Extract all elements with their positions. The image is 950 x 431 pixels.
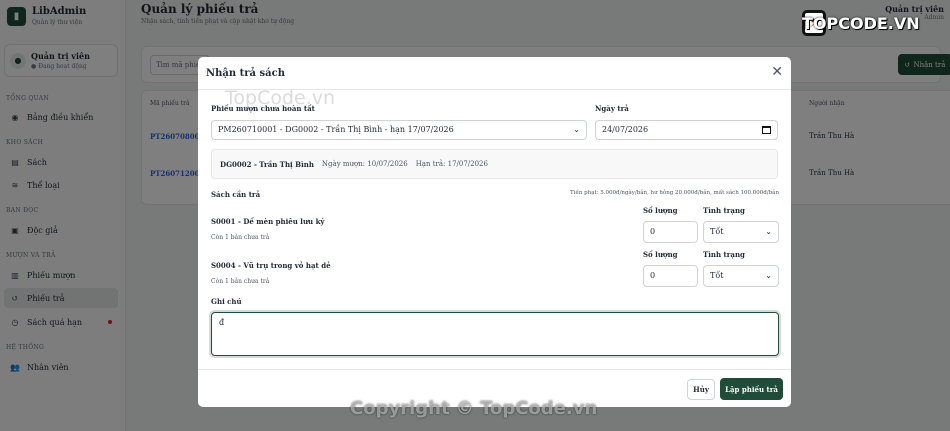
cancel-button[interactable]: Hủy <box>687 379 715 400</box>
qty-label: Số lượng <box>643 206 678 215</box>
borrow-date: Ngày mượn: 10/07/2026 <box>321 160 408 168</box>
chevron-down-icon: ⌄ <box>765 271 772 280</box>
note-textarea[interactable]: đ <box>211 312 779 356</box>
return-date-value: 24/07/2026 <box>602 125 649 134</box>
condition-label: Tình trạng <box>703 250 745 259</box>
quantity-input[interactable]: 0 <box>643 221 698 243</box>
create-return-button[interactable]: Lập phiếu trả <box>720 378 783 400</box>
book-title: S0004 - Vũ trụ trong vỏ hạt dẻ <box>211 261 331 270</box>
close-icon[interactable]: ✕ <box>771 64 783 80</box>
chevron-down-icon: ⌄ <box>573 125 580 134</box>
topcode-logo: ⚡ TOPCODE.VN <box>802 10 920 36</box>
condition-select[interactable]: Tốt ⌄ <box>703 265 779 287</box>
loan-select-value: PM260710001 - DG0002 - Trần Thị Bình - h… <box>218 125 454 134</box>
reader-info: DG0002 - Trần Thị Bình <box>220 159 314 169</box>
calendar-icon[interactable] <box>762 126 771 134</box>
note-label: Ghi chú <box>211 297 242 306</box>
topcode-logo-text: TOPCODE.VN <box>802 13 920 33</box>
condition-value: Tốt <box>710 271 724 280</box>
modal-title: Nhận trả sách <box>206 68 285 79</box>
chevron-down-icon: ⌄ <box>765 227 772 236</box>
qty-label: Số lượng <box>643 250 678 259</box>
return-modal: Nhận trả sách ✕ Phiếu mượn chưa hoàn tất… <box>198 57 791 407</box>
condition-label: Tình trạng <box>703 206 745 215</box>
modal-header: Nhận trả sách ✕ <box>198 57 791 90</box>
watermark-top: TopCode.vn <box>225 87 336 109</box>
fine-note: Tiền phạt: 5.000đ/ngày/bản, hư hỏng 20.0… <box>570 190 779 196</box>
loan-select[interactable]: PM260710001 - DG0002 - Trần Thị Bình - h… <box>211 120 587 140</box>
books-label: Sách cần trả <box>211 190 261 199</box>
condition-value: Tốt <box>710 227 724 236</box>
return-date-label: Ngày trả <box>595 104 629 113</box>
book-remaining: Còn 1 bản chưa trả <box>211 234 270 241</box>
condition-select[interactable]: Tốt ⌄ <box>703 221 779 243</box>
book-remaining: Còn 1 bản chưa trả <box>211 278 270 285</box>
watermark-bottom: Copyright © TopCode.vn <box>350 398 598 419</box>
quantity-input[interactable]: 0 <box>643 265 698 287</box>
due-date: Hạn trả: 17/07/2026 <box>415 160 488 168</box>
loan-info-box: DG0002 - Trần Thị Bình Ngày mượn: 10/07/… <box>211 149 778 179</box>
return-date-input[interactable]: 24/07/2026 <box>595 120 778 140</box>
book-title: S0001 - Dế mèn phiêu lưu ký <box>211 217 325 226</box>
